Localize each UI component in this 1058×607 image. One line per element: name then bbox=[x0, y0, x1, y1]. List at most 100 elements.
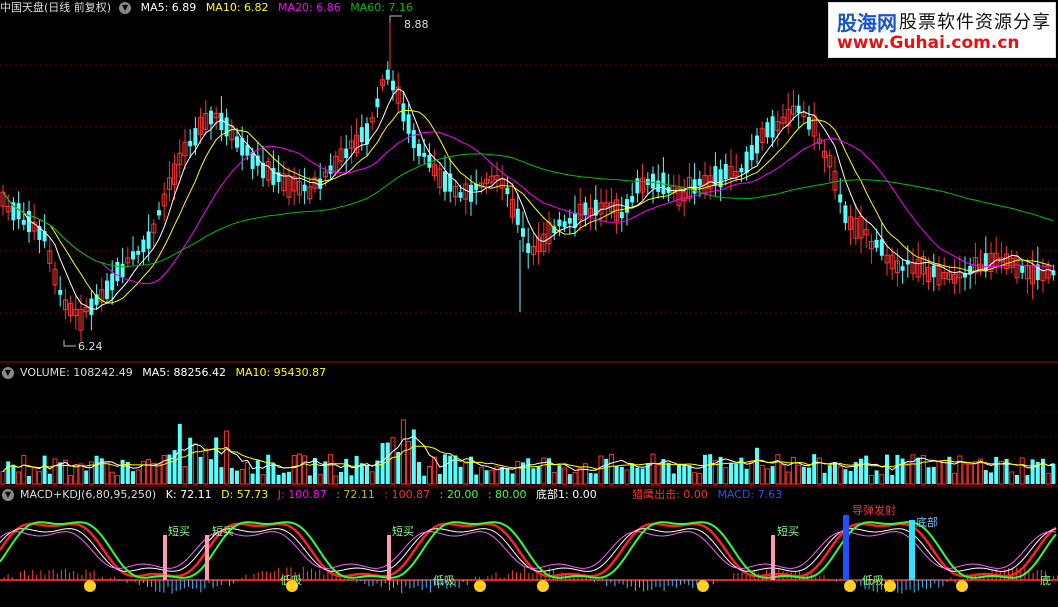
candle-body bbox=[900, 266, 905, 271]
eagle-value: 猎鹰出击: 0.00 bbox=[632, 488, 708, 501]
volume-bar bbox=[443, 454, 447, 484]
stock-chart-canvas[interactable]: 短买短买短买短买导弹发射底部低吸低吸低吸底 8.88 6.24 bbox=[0, 0, 1058, 607]
volume-bar bbox=[577, 467, 583, 485]
volume-bar bbox=[697, 472, 703, 485]
volume-bar bbox=[260, 474, 266, 485]
volume-bar bbox=[931, 466, 936, 484]
volume-bar bbox=[598, 455, 604, 485]
indicator-v1: : 72.11 bbox=[336, 488, 375, 501]
volume-bar bbox=[188, 437, 193, 484]
volume-bar bbox=[630, 463, 635, 484]
signal-label: 底 bbox=[1040, 573, 1051, 587]
candle-body bbox=[224, 117, 229, 137]
candle-body bbox=[843, 205, 848, 223]
volume-bar bbox=[42, 455, 47, 484]
candle-body bbox=[209, 110, 213, 125]
volume-ma5: MA5: 88256.42 bbox=[142, 366, 226, 379]
volume-bar bbox=[302, 455, 308, 485]
candle-body bbox=[157, 210, 161, 216]
j-value: J: 100.87 bbox=[277, 488, 327, 501]
high-marker: 8.88 bbox=[389, 15, 429, 31]
settings-toggle-icon[interactable]: ▼ bbox=[2, 489, 14, 501]
volume-bar bbox=[224, 430, 230, 485]
candle-body bbox=[879, 239, 884, 256]
candle-body bbox=[120, 263, 125, 278]
volume-bar bbox=[604, 458, 609, 484]
volume-bar bbox=[1030, 459, 1035, 484]
candle-body bbox=[874, 239, 879, 248]
volume-bar bbox=[557, 465, 562, 484]
macd-kdj-indicator: 短买短买短买短买导弹发射底部低吸低吸低吸底 bbox=[0, 503, 1058, 594]
volume-bar bbox=[588, 472, 593, 484]
volume-bar bbox=[764, 468, 770, 485]
candle-body bbox=[625, 199, 629, 213]
volume-ma10: MA10: 95430.87 bbox=[235, 366, 327, 379]
volume-bar bbox=[1009, 471, 1015, 485]
volume-bar bbox=[687, 465, 692, 484]
volume-bar bbox=[114, 475, 120, 485]
candle-body bbox=[193, 128, 198, 146]
volume-bar bbox=[895, 454, 900, 484]
candle-body bbox=[469, 184, 473, 202]
volume-bar bbox=[198, 456, 203, 484]
volume-panel-header: ▼ VOLUME: 108242.49 MA5: 88256.42 MA10: 9… bbox=[0, 365, 332, 380]
candle-body bbox=[1020, 265, 1025, 273]
volume-bar bbox=[422, 475, 427, 484]
volume-bar bbox=[120, 459, 125, 484]
volume-bar bbox=[983, 470, 988, 484]
volume-bar bbox=[962, 463, 968, 485]
volume-bar bbox=[593, 473, 598, 484]
volume-bar bbox=[78, 463, 84, 485]
volume-bar bbox=[359, 463, 364, 484]
volume-bar bbox=[833, 462, 837, 484]
volume-bar bbox=[266, 454, 271, 484]
volume-bar bbox=[474, 474, 479, 484]
volume-bar bbox=[734, 463, 739, 484]
volume-bar bbox=[390, 437, 396, 485]
candle-body bbox=[765, 122, 770, 138]
volume-bar bbox=[94, 455, 99, 484]
settings-toggle-icon[interactable]: ▼ bbox=[119, 2, 132, 14]
volume-bar bbox=[161, 454, 167, 485]
volume-bar bbox=[333, 475, 339, 485]
volume-bar bbox=[536, 466, 541, 484]
volume-bar bbox=[229, 467, 234, 484]
volume-bar bbox=[759, 464, 765, 485]
volume-bar bbox=[458, 466, 463, 484]
ma20-value: MA20: 6.86 bbox=[278, 1, 341, 14]
candle-body bbox=[651, 173, 655, 189]
candle-body bbox=[807, 116, 811, 130]
volume-bar bbox=[920, 454, 926, 485]
watermark-slogan: 股票软件资源分享 bbox=[899, 12, 1051, 33]
volume-bar bbox=[708, 454, 713, 484]
volume-bar bbox=[967, 463, 973, 485]
volume-bar bbox=[879, 474, 885, 485]
candle-body bbox=[567, 217, 572, 224]
volume-bar bbox=[344, 458, 349, 484]
volume-bar bbox=[255, 460, 260, 484]
volume-bar bbox=[531, 468, 536, 484]
volume-bar bbox=[104, 461, 110, 485]
volume-bar bbox=[146, 459, 152, 485]
ma5-value: MA5: 6.89 bbox=[140, 1, 197, 14]
volume-bar bbox=[307, 475, 312, 484]
volume-bar bbox=[239, 468, 245, 485]
volume-bar bbox=[755, 447, 759, 484]
candle-body bbox=[931, 265, 936, 278]
candle-body bbox=[406, 114, 411, 134]
volume-bar bbox=[0, 470, 6, 485]
volume-bar bbox=[73, 466, 79, 485]
candle-body bbox=[21, 219, 26, 225]
volume-bar bbox=[562, 467, 568, 485]
volume-bar bbox=[608, 453, 614, 485]
buy-signal-bar bbox=[205, 535, 209, 580]
watermark-site-name: 股海网 bbox=[837, 11, 897, 35]
candle-body bbox=[635, 178, 640, 194]
price-title: 中国天盘(日线 前复权) bbox=[0, 1, 112, 14]
volume-bar bbox=[52, 458, 58, 485]
volume-bar bbox=[655, 464, 661, 485]
volume-bar bbox=[177, 423, 182, 484]
volume-bar bbox=[692, 472, 698, 485]
settings-toggle-icon[interactable]: ▼ bbox=[2, 367, 14, 379]
volume-bar bbox=[890, 474, 895, 484]
